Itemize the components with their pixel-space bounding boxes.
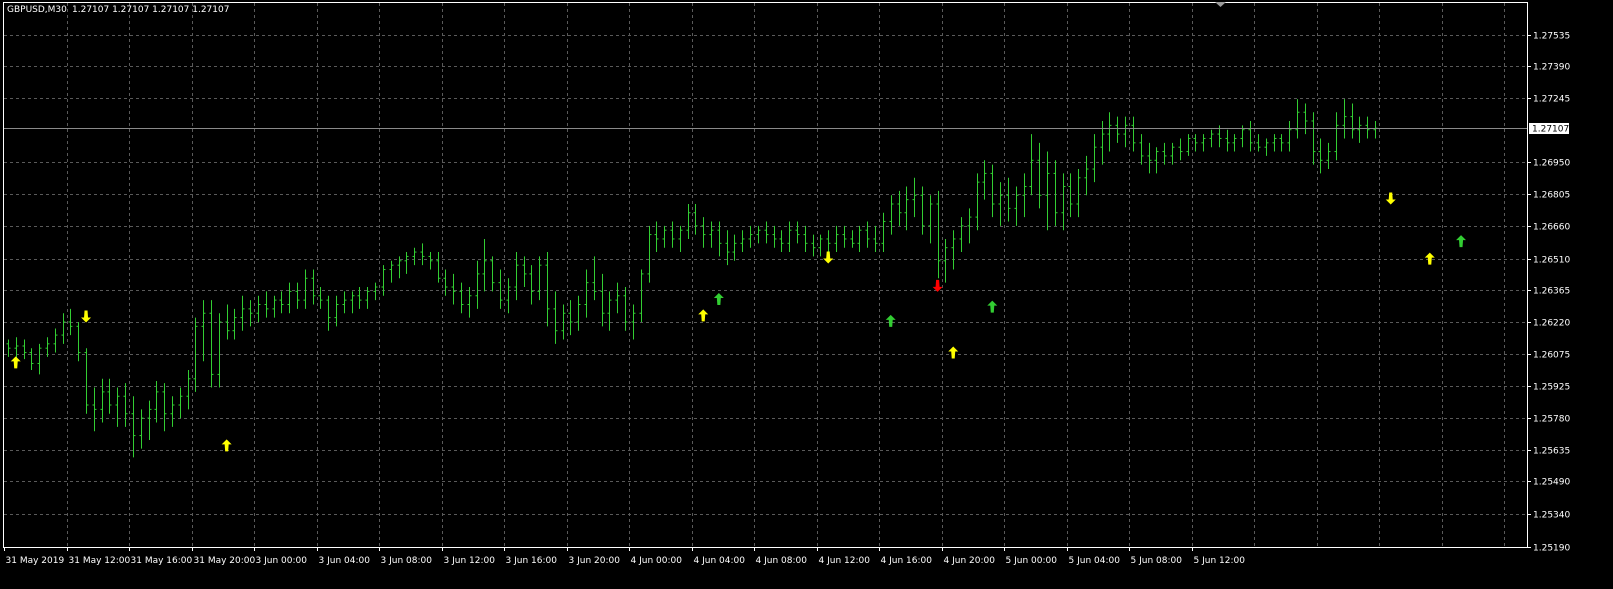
price-tick-label: 1.26510 (1533, 256, 1570, 266)
price-tick-label: 1.27245 (1533, 95, 1570, 105)
price-tick-label: 1.27535 (1533, 32, 1570, 42)
time-tick-label: 5 Jun 00:00 (1006, 556, 1058, 566)
time-tick-label: 4 Jun 12:00 (819, 556, 871, 566)
price-tick-label: 1.25925 (1533, 383, 1570, 393)
time-tick-label: 3 Jun 12:00 (444, 556, 496, 566)
time-tick-label: 31 May 2019 (6, 556, 65, 566)
time-tick-label: 5 Jun 12:00 (1194, 556, 1246, 566)
price-tick-label: 1.25190 (1533, 544, 1570, 554)
time-tick-label: 3 Jun 00:00 (256, 556, 308, 566)
price-tick-label: 1.25490 (1533, 478, 1570, 488)
time-tick-label: 3 Jun 04:00 (319, 556, 371, 566)
price-tag-label: 1.27107 (1532, 125, 1569, 135)
chart-background (0, 0, 1613, 585)
time-tick-label: 4 Jun 04:00 (694, 556, 746, 566)
time-tick-label: 4 Jun 00:00 (631, 556, 683, 566)
price-tick-label: 1.26220 (1533, 319, 1570, 329)
time-tick-label: 31 May 16:00 (131, 556, 193, 566)
price-tick-label: 1.27390 (1533, 63, 1570, 73)
price-tick-label: 1.25635 (1533, 447, 1570, 457)
chart-ohlc-label: 1.27107 1.27107 1.27107 1.27107 (72, 5, 229, 15)
price-tick-label: 1.26660 (1533, 223, 1570, 233)
chart-symbol-label: GBPUSD,M30 (7, 5, 67, 15)
price-tag: 1.27107 (1529, 123, 1569, 135)
time-tick-label: 3 Jun 08:00 (381, 556, 433, 566)
time-tick-label: 3 Jun 16:00 (506, 556, 558, 566)
price-tick-label: 1.25340 (1533, 511, 1570, 521)
price-tick-label: 1.25780 (1533, 415, 1570, 425)
time-tick-label: 4 Jun 08:00 (756, 556, 808, 566)
time-tick-label: 5 Jun 08:00 (1131, 556, 1183, 566)
price-tick-label: 1.26365 (1533, 287, 1570, 297)
time-tick-label: 3 Jun 20:00 (569, 556, 621, 566)
price-tick-label: 1.26950 (1533, 159, 1570, 169)
time-tick-label: 5 Jun 04:00 (1069, 556, 1121, 566)
price-tick-label: 1.26075 (1533, 351, 1570, 361)
price-tick-label: 1.26805 (1533, 191, 1570, 201)
chart-window[interactable]: 1.27535 1.27390 1.27245 1.26950 1.26805 1.266… (0, 0, 1613, 585)
time-tick-label: 31 May 20:00 (194, 556, 256, 566)
price-chart[interactable]: 1.27535 1.27390 1.27245 1.26950 1.26805 1.266… (0, 0, 1613, 585)
time-tick-label: 31 May 12:00 (69, 556, 131, 566)
time-tick-label: 4 Jun 16:00 (881, 556, 933, 566)
time-tick-label: 4 Jun 20:00 (944, 556, 996, 566)
